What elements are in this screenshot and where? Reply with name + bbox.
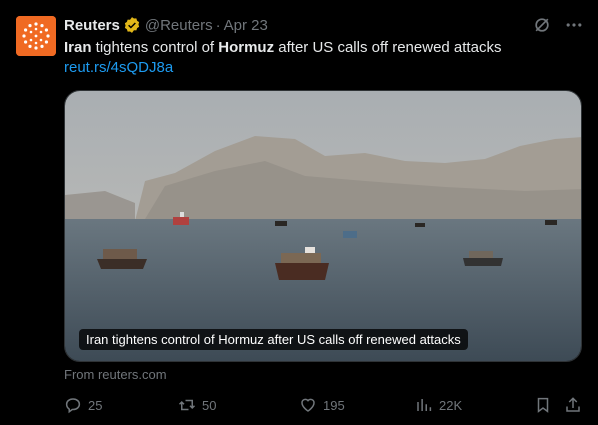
more-icon[interactable] <box>564 15 584 35</box>
tweet-header: Reuters @Reuters · Apr 23 <box>64 14 268 36</box>
views-count: 22K <box>439 397 463 413</box>
views-button[interactable]: 22K <box>415 394 462 416</box>
repost-count: 50 <box>202 397 217 413</box>
reuters-logo <box>16 16 56 56</box>
text-bold-iran: Iran <box>64 39 92 56</box>
link-card-media[interactable]: Iran tightens control of Hormuz after US… <box>64 90 582 362</box>
grok-icon[interactable] <box>532 15 552 35</box>
views-icon <box>417 399 432 411</box>
tweet-top-actions <box>532 15 584 35</box>
avatar[interactable] <box>16 16 56 56</box>
share-button[interactable] <box>564 394 582 416</box>
reply-count: 25 <box>88 397 103 413</box>
repost-icon <box>178 399 196 411</box>
text-bold-hormuz: Hormuz <box>218 39 275 56</box>
reply-button[interactable]: 25 <box>64 394 102 416</box>
bookmark-icon <box>537 397 549 413</box>
like-icon <box>301 398 315 412</box>
harbor-photo <box>65 91 581 361</box>
repost-button[interactable]: 50 <box>178 394 216 416</box>
verified-badge-icon[interactable] <box>123 16 141 34</box>
text-part: after US calls off renewed attacks <box>274 39 502 56</box>
author-name[interactable]: Reuters <box>64 17 120 34</box>
link-source[interactable]: From reuters.com <box>64 367 167 382</box>
media-caption: Iran tightens control of Hormuz after US… <box>79 329 468 350</box>
tweet-text: Iran tightens control of Hormuz after US… <box>64 38 584 78</box>
reply-icon <box>65 398 81 414</box>
separator-dot: · <box>215 16 221 34</box>
action-bar: 25 50 195 22K <box>64 394 584 416</box>
like-button[interactable]: 195 <box>299 394 345 416</box>
bookmark-button[interactable] <box>534 394 552 416</box>
tweet-link[interactable]: reut.rs/4sQDJ8a <box>64 58 584 78</box>
author-handle[interactable]: @Reuters <box>145 17 213 34</box>
like-count: 195 <box>323 397 345 413</box>
tweet-date[interactable]: Apr 23 <box>224 17 268 34</box>
share-icon <box>566 397 580 412</box>
text-part: tightens control of <box>91 39 219 56</box>
